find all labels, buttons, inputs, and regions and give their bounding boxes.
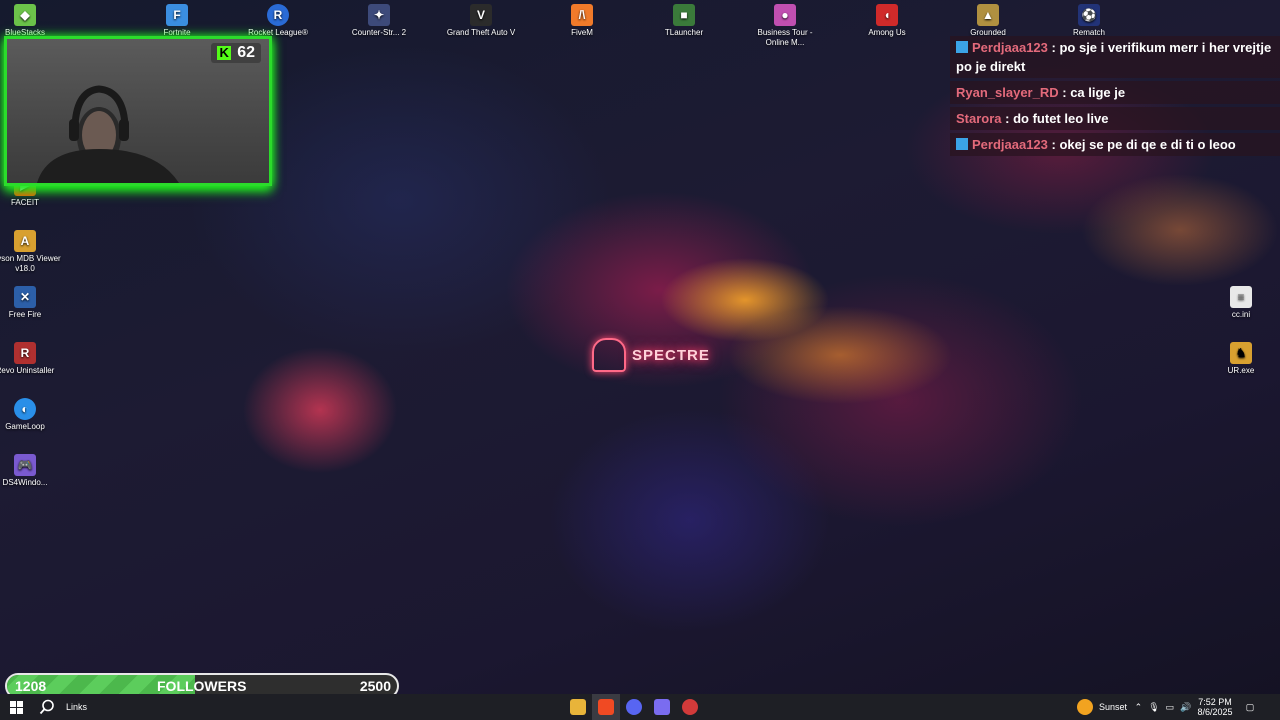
windows-icon xyxy=(9,700,23,714)
desktop-icon-bluestacks[interactable]: ◆ BlueStacks xyxy=(0,4,63,38)
system-tray[interactable]: ⌃ 🎙 ▭ 🔊 xyxy=(1131,694,1195,720)
followers-label: FOLLOWERS xyxy=(157,678,247,694)
clock[interactable]: 7:52 PM 8/6/2025 xyxy=(1195,694,1235,720)
viewer-count: 62 xyxy=(237,44,255,61)
gameloop-icon: ◐ xyxy=(14,398,36,420)
chat-text: : do futet leo live xyxy=(1005,111,1109,126)
chat-message: Ryan_slayer_RD : ca lige je xyxy=(950,81,1280,104)
clock-date: 8/6/2025 xyxy=(1197,707,1233,717)
gamepad-icon xyxy=(654,699,670,715)
desktop-icon-ds4windows[interactable]: 🎮 DS4Windo... xyxy=(0,454,63,488)
taskbar-app-gamepad[interactable] xyxy=(648,694,676,720)
notifications-button[interactable]: ▢ xyxy=(1235,694,1265,720)
desktop-icon-revo[interactable]: R Revo Uninstaller xyxy=(0,342,63,376)
taskbar-app-chrome[interactable] xyxy=(676,694,704,720)
tlauncher-icon: ■ xyxy=(673,4,695,26)
revo-icon: R xyxy=(14,342,36,364)
business-tour-icon: ● xyxy=(774,4,796,26)
among-us-icon: ◖ xyxy=(876,4,898,26)
desktop-icon-counter-strike[interactable]: ✦ Counter-Str... 2 xyxy=(341,4,417,38)
chat-username: Starora xyxy=(956,111,1002,126)
chat-text: : okej se pe di qe e di ti o leoo xyxy=(1051,137,1236,152)
microphone-icon: 🎙 xyxy=(1148,701,1160,712)
brave-icon xyxy=(598,699,614,715)
desktop-icon-rocket-league[interactable]: R Rocket League® xyxy=(240,4,316,38)
desktop-icon-free-fire[interactable]: ✕ Free Fire xyxy=(0,286,63,320)
discord-icon xyxy=(626,699,642,715)
taskbar-app-discord[interactable] xyxy=(620,694,648,720)
chat-message: Perdjaaa123 : po sje i verifikum merr i … xyxy=(950,36,1280,78)
file-explorer-icon xyxy=(570,699,586,715)
rematch-icon: ⚽ xyxy=(1078,4,1100,26)
desktop-icon-business-tour[interactable]: ● Business Tour - Online M... xyxy=(747,4,823,48)
desktop-icon-rematch[interactable]: ⚽ Rematch xyxy=(1051,4,1127,38)
desktop-icon-grounded[interactable]: ▲ Grounded xyxy=(950,4,1026,38)
chat-message: Perdjaaa123 : okej se pe di qe e di ti o… xyxy=(950,133,1280,156)
followers-current: 1208 xyxy=(15,678,47,694)
fortnite-icon: F xyxy=(166,4,188,26)
ur-exe-icon: ♞ xyxy=(1230,342,1252,364)
ds4windows-icon: 🎮 xyxy=(14,454,36,476)
webcam-overlay: K 62 xyxy=(4,36,272,186)
search-icon xyxy=(39,699,54,715)
desktop-icon-ur-exe[interactable]: ♞ UR.exe xyxy=(1203,342,1279,376)
followers-goal: 2500 xyxy=(359,678,391,694)
desktop-icon-fortnite[interactable]: F Fortnite xyxy=(139,4,215,38)
chat-username: Perdjaaa123 xyxy=(972,137,1048,152)
notification-icon: ▢ xyxy=(1245,701,1255,712)
taskbar: Links Sunset ⌃ 🎙 ▭ 🔊 7:52 PM 8/6/2025 ▢ xyxy=(0,694,1280,720)
kick-icon: K xyxy=(217,46,232,60)
gta5-icon: V xyxy=(470,4,492,26)
aryson-icon: A xyxy=(14,230,36,252)
fivem-icon: /\ xyxy=(571,4,593,26)
weather-widget[interactable]: Sunset xyxy=(1073,694,1131,720)
cs2-icon: ✦ xyxy=(368,4,390,26)
desktop-icon-aryson[interactable]: A Aryson MDB Viewer v18.0 xyxy=(0,230,63,274)
desktop-icon-cc-ini[interactable]: ≡ cc.ini xyxy=(1203,286,1279,320)
moderator-icon xyxy=(956,138,968,150)
moderator-icon xyxy=(956,41,968,53)
chat-overlay: Perdjaaa123 : po sje i verifikum merr i … xyxy=(950,36,1280,159)
chat-username: Ryan_slayer_RD xyxy=(956,85,1059,100)
desktop-icon-fivem[interactable]: /\ FiveM xyxy=(544,4,620,38)
bluestacks-icon: ◆ xyxy=(14,4,36,26)
spectre-logo: SPECTRE xyxy=(592,338,710,372)
ini-file-icon: ≡ xyxy=(1230,286,1252,308)
chat-message: Starora : do futet leo live xyxy=(950,107,1280,130)
search-button[interactable] xyxy=(32,694,62,720)
desktop-icon-gta-v[interactable]: V Grand Theft Auto V xyxy=(443,4,519,38)
rocket-league-icon: R xyxy=(267,4,289,26)
weather-text: Sunset xyxy=(1098,702,1128,712)
chat-text: : ca lige je xyxy=(1062,85,1126,100)
start-button[interactable] xyxy=(0,694,32,720)
clock-time: 7:52 PM xyxy=(1198,697,1232,707)
free-fire-icon: ✕ xyxy=(14,286,36,308)
logo-text: SPECTRE xyxy=(632,346,710,364)
network-icon: ▭ xyxy=(1165,701,1175,712)
volume-icon: 🔊 xyxy=(1180,701,1192,712)
desktop-icon-tlauncher[interactable]: ■ TLauncher xyxy=(646,4,722,38)
chevron-up-icon: ⌃ xyxy=(1134,701,1143,712)
sunset-icon xyxy=(1076,699,1093,715)
search-box[interactable]: Links xyxy=(62,694,106,720)
taskbar-app-file-explorer[interactable] xyxy=(564,694,592,720)
desktop-icon-gameloop[interactable]: ◐ GameLoop xyxy=(0,398,63,432)
ghost-icon xyxy=(592,338,626,372)
taskbar-app-brave[interactable] xyxy=(592,694,620,720)
viewer-count-badge: K 62 xyxy=(211,43,261,63)
grounded-icon: ▲ xyxy=(977,4,999,26)
desktop-icon-among-us[interactable]: ◖ Among Us xyxy=(849,4,925,38)
search-text: Links xyxy=(66,702,88,712)
chrome-icon xyxy=(682,699,698,715)
chat-username: Perdjaaa123 xyxy=(972,40,1048,55)
